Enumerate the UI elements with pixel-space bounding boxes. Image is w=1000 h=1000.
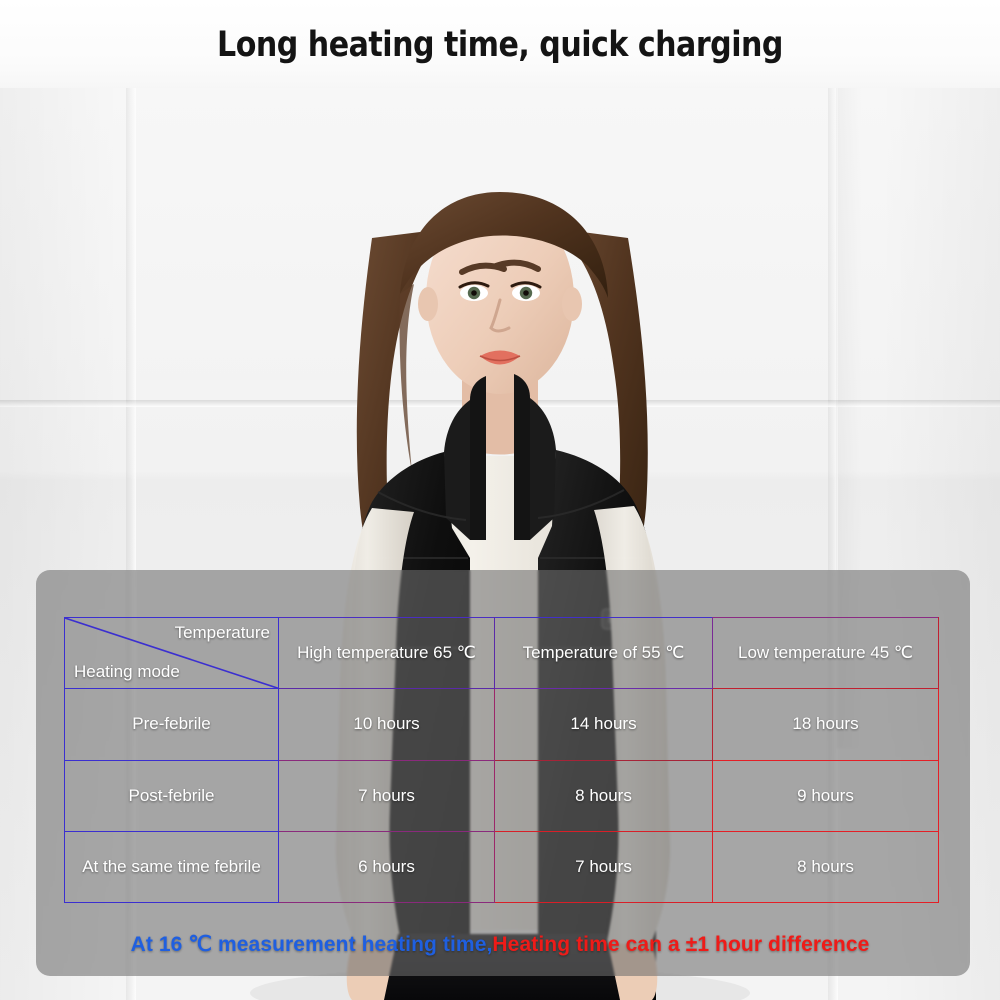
row-label-post-febrile: Post-febrile <box>64 759 279 832</box>
cell-pre-febrile-high: 10 hours <box>278 688 495 761</box>
title-banner: Long heating time, quick charging <box>0 0 1000 90</box>
cell-post-febrile-high: 7 hours <box>278 759 495 832</box>
table-row: Pre-febrile 10 hours 14 hours 18 hours <box>64 688 939 761</box>
cell-post-febrile-mid: 8 hours <box>494 759 713 832</box>
col-header-high-temp: High temperature 65 ℃ <box>278 616 495 690</box>
col-header-low-temp: Low temperature 45 ℃ <box>712 616 939 690</box>
col-header-mid-temp: Temperature of 55 ℃ <box>494 616 713 690</box>
row-label-pre-febrile: Pre-febrile <box>64 688 279 761</box>
measurement-note: At 16 ℃ measurement heating time,Heating… <box>0 932 1000 957</box>
measurement-note-red: Heating time can a ±1 hour difference <box>492 933 870 956</box>
cell-same-time-high: 6 hours <box>278 830 495 904</box>
measurement-note-blue: At 16 ℃ measurement heating time, <box>130 933 493 956</box>
cell-post-febrile-low: 9 hours <box>712 759 939 832</box>
cell-same-time-mid: 7 hours <box>494 830 713 904</box>
cell-pre-febrile-mid: 14 hours <box>494 688 713 761</box>
table-row: At the same time febrile 6 hours 7 hours… <box>64 830 939 904</box>
table-corner-cell: Temperature Heating mode <box>64 616 279 690</box>
corner-heating-mode-label: Heating mode <box>74 662 180 682</box>
heating-time-table: Temperature Heating mode High temperatur… <box>64 616 939 904</box>
cell-same-time-low: 8 hours <box>712 830 939 904</box>
row-label-same-time-febrile: At the same time febrile <box>64 830 279 904</box>
page-title: Long heating time, quick charging <box>217 25 783 65</box>
corner-temperature-label: Temperature <box>174 623 270 642</box>
table-row: Post-febrile 7 hours 8 hours 9 hours <box>64 759 939 832</box>
table-header-row: Temperature Heating mode High temperatur… <box>64 616 939 690</box>
product-info-page: Long heating time, quick charging Temper… <box>0 0 1000 1000</box>
cell-pre-febrile-low: 18 hours <box>712 688 939 761</box>
